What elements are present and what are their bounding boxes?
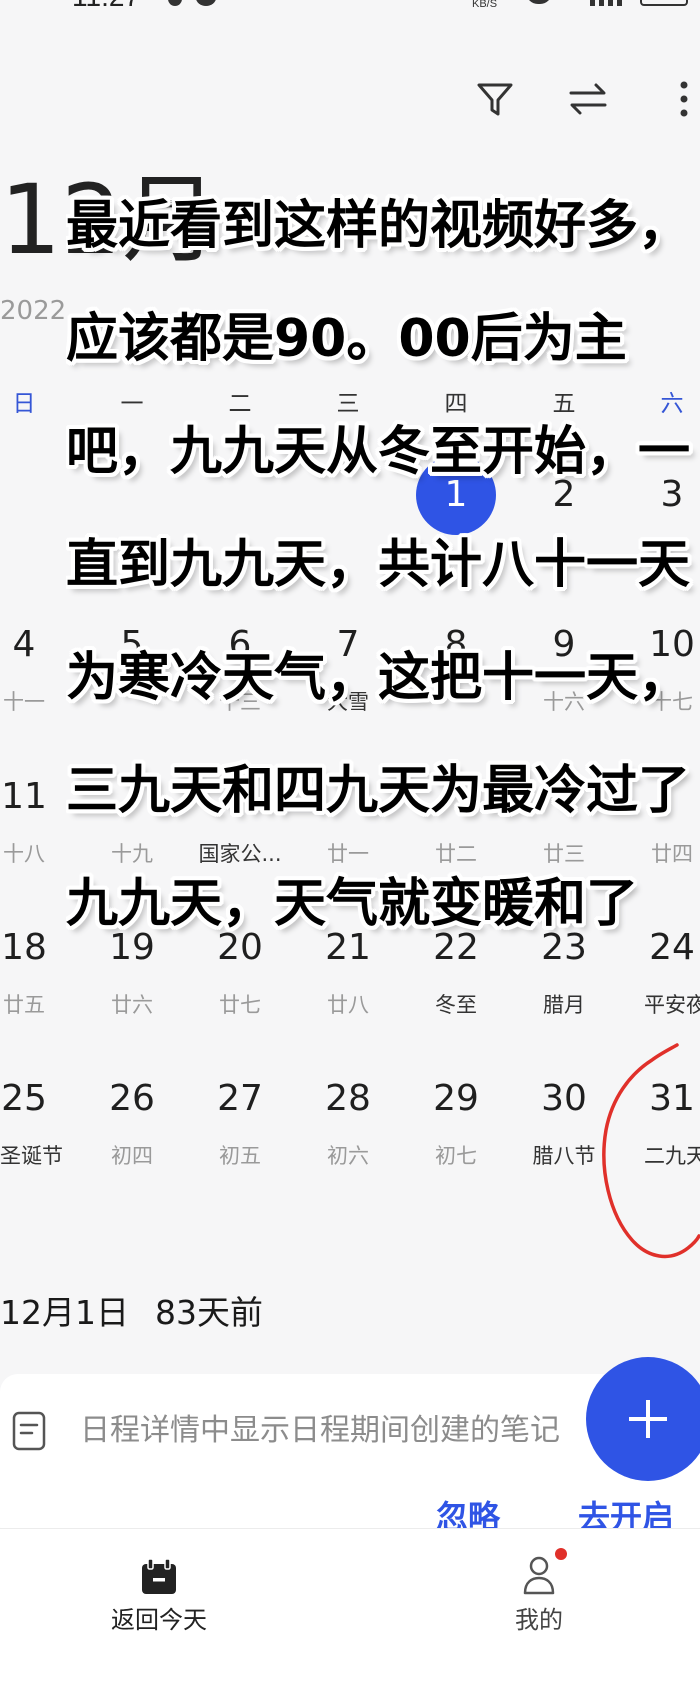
lunar-label: 平安夜 <box>644 993 700 1017</box>
bottom-nav: 返回今天 我的 <box>0 1528 700 1681</box>
day-number: 11 <box>1 776 47 817</box>
lunar-label: 十八 <box>3 842 45 866</box>
day-cell[interactable]: 28 初六 <box>298 1077 398 1187</box>
lunar-label: 二九天 <box>644 1144 700 1168</box>
notification-badge <box>555 1548 567 1560</box>
day-cell[interactable]: 11 十八 <box>0 775 48 885</box>
lunar-label: 腊八节 <box>532 1144 596 1168</box>
note-icon <box>12 1411 46 1451</box>
day-cell[interactable]: 25 圣诞节 <box>0 1077 63 1187</box>
day-cell[interactable]: 31 二九天 <box>644 1077 700 1187</box>
day-number: 27 <box>217 1078 263 1119</box>
add-event-button[interactable] <box>586 1357 700 1481</box>
caption-line: 吧，九九天从冬至开始，一 <box>66 422 691 482</box>
caption-line: 直到九九天，共计八十一天 <box>66 535 691 595</box>
days-ago: 83天前 <box>155 1293 263 1332</box>
day-cell[interactable]: 26 初四 <box>82 1077 182 1187</box>
day-cell-blank <box>0 473 48 583</box>
day-cell[interactable]: 4 十一 <box>0 623 48 733</box>
lunar-label: 初四 <box>111 1144 153 1168</box>
lunar-label: 廿五 <box>3 993 45 1017</box>
lunar-label: 廿六 <box>111 993 153 1017</box>
lunar-label: 圣诞节 <box>0 1144 63 1168</box>
nav-mine[interactable]: 我的 <box>479 1541 599 1651</box>
note-tip-text: 日程详情中显示日程期间创建的笔记 <box>80 1413 560 1448</box>
lunar-label: 冬至 <box>435 993 477 1017</box>
day-number: 28 <box>325 1078 371 1119</box>
lunar-label: 廿八 <box>327 993 369 1017</box>
day-cell[interactable]: 30 腊八节 <box>514 1077 614 1187</box>
day-number: 29 <box>433 1078 479 1119</box>
day-number: 4 <box>12 624 36 665</box>
lunar-label: 初五 <box>219 1144 261 1168</box>
lunar-label: 初七 <box>435 1144 477 1168</box>
lunar-label: 腊月 <box>543 993 585 1017</box>
nav-today[interactable]: 返回今天 <box>99 1541 219 1651</box>
day-number: 30 <box>541 1078 587 1119</box>
caption-line: 三九天和四九天为最冷过了 <box>66 761 691 821</box>
day-cell[interactable]: 29 初七 <box>406 1077 506 1187</box>
day-number: 25 <box>1 1078 47 1119</box>
lunar-label: 初六 <box>327 1144 369 1168</box>
selected-date: 12月1日 <box>0 1293 129 1332</box>
day-cell[interactable]: 27 初五 <box>190 1077 290 1187</box>
day-number: 18 <box>1 927 47 968</box>
day-number: 31 <box>649 1078 695 1119</box>
caption-line: 九九天，天气就变暖和了 <box>66 874 639 934</box>
caption-line: 应该都是90。00后为主 <box>66 309 627 369</box>
nav-mine-label: 我的 <box>515 1606 563 1634</box>
week-row: 25 圣诞节 26 初四 27 初五 28 初六 29 初七 30 腊八节 31 二九天 <box>0 1077 700 1187</box>
fab-container <box>586 1357 700 1481</box>
calendar-today-icon <box>142 1558 176 1594</box>
lunar-label: 廿七 <box>219 993 261 1017</box>
nav-today-label: 返回今天 <box>111 1606 207 1634</box>
person-icon <box>523 1556 555 1595</box>
selected-date-info: 12月1日 83天前 <box>0 1293 263 1333</box>
caption-line: 为寒冷天气，这把十一天， <box>66 648 691 708</box>
caption-overlay: 最近看到这样的视频好多， 应该都是90。00后为主 吧，九九天从冬至开始，一 直… <box>66 170 700 961</box>
caption-line: 最近看到这样的视频好多， <box>66 196 691 256</box>
day-number: 26 <box>109 1078 155 1119</box>
lunar-label: 十一 <box>3 690 45 714</box>
day-cell[interactable]: 18 廿五 <box>0 926 48 1036</box>
